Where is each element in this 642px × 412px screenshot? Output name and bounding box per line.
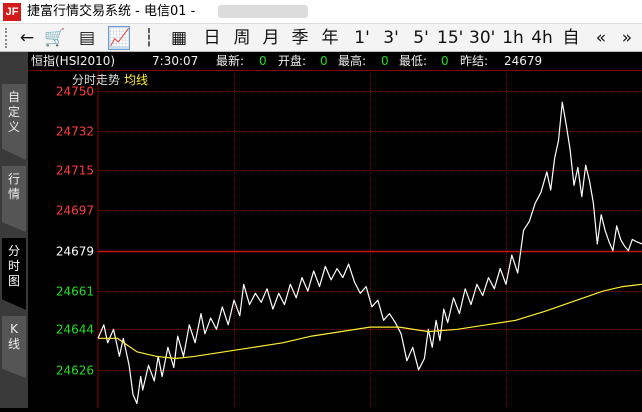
period-button-8[interactable]: 15' (437, 26, 463, 50)
intraday-chart-svg[interactable]: 2475024732247152469724679246612464424626 (28, 70, 642, 408)
period-button-10[interactable]: 1h (500, 26, 526, 50)
chart-legend: 分时走势 均线 (72, 72, 148, 88)
side-tab-char: 图 (7, 274, 20, 288)
side-tab-char: 分 (7, 244, 20, 258)
legend-title: 分时走势 (72, 73, 121, 87)
line-chart-icon[interactable]: 📈 (108, 26, 130, 50)
latest-label: 最新: (216, 54, 245, 68)
period-button-0[interactable]: 日 (199, 26, 225, 50)
low-value: 0 (441, 54, 449, 68)
period-button-9[interactable]: 30' (469, 26, 495, 50)
period-button-6[interactable]: 3' (378, 26, 404, 50)
side-tabs: 自定义行情分时图 K线 (0, 52, 28, 408)
side-tab-char: 情 (7, 187, 20, 201)
prev-page-button[interactable]: « (590, 26, 612, 50)
y-tick-label-4: 24679 (56, 245, 94, 259)
app-logo: JF (3, 3, 21, 21)
prev-close-label: 昨结: (460, 54, 489, 68)
y-tick-label-6: 24644 (56, 323, 94, 337)
open-value: 0 (320, 54, 328, 68)
side-tab-char: 自 (7, 90, 20, 104)
low-label: 最低: (399, 54, 428, 68)
cart-icon[interactable]: 🛒 (44, 26, 66, 50)
intraday-chart[interactable]: 24750 24732 24715 24697 24679 24661 24644 24626… (28, 70, 642, 408)
period-button-1[interactable]: 周 (229, 26, 255, 50)
candlestick-icon[interactable]: ┆ (138, 26, 160, 50)
quote-info-bar: 恒指(HSI2010) 7:30:07 最新: 0 开盘: 0 最高: 0 最低… (28, 52, 642, 71)
prev-close-value: 24679 (504, 54, 543, 68)
latest-value: 0 (259, 54, 267, 68)
side-tab-1[interactable]: 行情 (2, 166, 26, 232)
table-icon[interactable]: ▦ (168, 26, 190, 50)
period-button-11[interactable]: 4h (529, 26, 555, 50)
y-tick-label-5: 24661 (56, 285, 94, 299)
window-title: 捷富行情交易系统 - 电信01 - (27, 4, 196, 19)
side-tab-char: K (10, 322, 18, 336)
side-tab-char: 线 (7, 337, 20, 351)
y-tick-label-3: 24697 (56, 204, 94, 218)
side-tab-3[interactable]: K线 (2, 316, 26, 378)
high-label: 最高: (338, 54, 367, 68)
side-tab-char: 时 (7, 259, 20, 273)
high-value: 0 (381, 54, 389, 68)
side-tab-char: 义 (7, 120, 20, 134)
period-button-5[interactable]: 1' (349, 26, 375, 50)
y-tick-label-1: 24732 (56, 125, 94, 139)
redacted-account (218, 5, 308, 18)
toolbar-grip[interactable] (5, 28, 11, 48)
legend-avg-label: 均线 (124, 73, 149, 87)
y-tick-label-2: 24715 (56, 164, 94, 178)
side-tab-char: 行 (7, 172, 20, 186)
period-button-7[interactable]: 5' (408, 26, 434, 50)
side-tab-2[interactable]: 分时图 (2, 238, 26, 310)
y-tick-label-7: 24626 (56, 364, 94, 378)
title-bar: JF 捷富行情交易系统 - 电信01 - (0, 0, 642, 24)
list-icon[interactable]: ▤ (76, 26, 98, 50)
open-label: 开盘: (278, 54, 307, 68)
side-tab-char: 定 (7, 105, 20, 119)
toolbar: ← 🛒 ▤ 📈 ┆ ▦ 日周月季年 1' 3' 5' 15' 30' 1h 4h 自 « » (0, 24, 642, 52)
symbol-name: 恒指(HSI2010) (31, 54, 116, 68)
next-page-button[interactable]: » (616, 26, 638, 50)
series-line-average (98, 283, 642, 360)
period-button-3[interactable]: 季 (287, 26, 313, 50)
period-button-12[interactable]: 自 (558, 26, 584, 50)
period-button-2[interactable]: 月 (258, 26, 284, 50)
side-tab-0[interactable]: 自定义 (2, 84, 26, 160)
quote-time: 7:30:07 (152, 54, 199, 68)
back-icon[interactable]: ← (16, 26, 38, 50)
period-button-4[interactable]: 年 (317, 26, 343, 50)
